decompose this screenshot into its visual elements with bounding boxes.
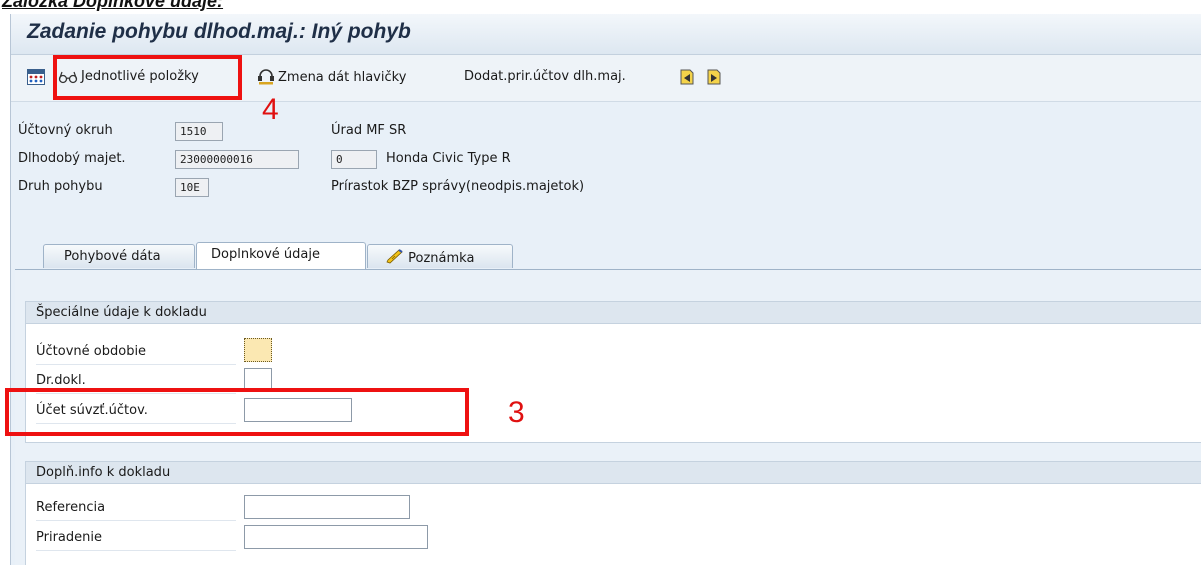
- previous-page-button[interactable]: [679, 69, 695, 85]
- tab-note-label: Poznámka: [408, 251, 475, 266]
- annotation-box-3: [5, 388, 469, 436]
- row-divider: [36, 550, 236, 551]
- tab-movement-data-label: Pohybové dáta: [64, 249, 161, 264]
- row-divider: [36, 364, 236, 365]
- tab-note[interactable]: Poznámka: [367, 244, 513, 268]
- company-code-label: Účtovný okruh: [18, 123, 113, 138]
- annotation-number-4: 4: [262, 93, 279, 126]
- annotation-box-4: [53, 55, 242, 100]
- header-change-button[interactable]: Zmena dát hlavičky: [257, 69, 406, 85]
- tab-movement-data[interactable]: Pohybové dáta: [43, 244, 195, 268]
- overview-button[interactable]: [27, 69, 45, 85]
- assignment-label: Priradenie: [36, 530, 102, 545]
- posting-period-field[interactable]: [244, 338, 272, 362]
- reference-label: Referencia: [36, 500, 106, 515]
- group-document-info: Doplň.info k dokladu Referencia Priraden…: [25, 461, 1201, 565]
- asset-subnumber-field[interactable]: 0: [331, 150, 377, 169]
- asset-number-field[interactable]: 23000000016: [175, 150, 299, 169]
- supplement-accounts-label: Dodat.prir.účtov dlh.maj.: [464, 69, 626, 84]
- row-divider: [36, 520, 236, 521]
- asset-label: Dlhodobý majet.: [18, 151, 126, 166]
- group-special-title: Špeciálne údaje k dokladu: [26, 302, 1201, 324]
- header-change-label: Zmena dát hlavičky: [278, 69, 407, 85]
- movement-type-field[interactable]: 10E: [175, 178, 209, 197]
- assignment-field[interactable]: [244, 525, 428, 549]
- header-change-icon: [258, 69, 274, 85]
- tab-additional-data[interactable]: Doplnkové údaje: [196, 242, 366, 269]
- title-bar: Zadanie pohybu dlhod.maj.: Iný pohyb: [11, 14, 1201, 55]
- group-info-title: Doplň.info k dokladu: [26, 462, 1201, 484]
- pencil-note-icon: [386, 249, 403, 264]
- document-heading: Záložka Doplnkové údaje:: [2, 0, 224, 11]
- asset-description-text: Honda Civic Type R: [386, 151, 511, 166]
- movement-type-label: Druh pohybu: [18, 179, 103, 194]
- supplement-accounts-button[interactable]: Dodat.prir.účtov dlh.maj.: [464, 69, 626, 84]
- tab-additional-data-label: Doplnkové údaje: [211, 247, 320, 262]
- document-type-label: Dr.dokl.: [36, 373, 86, 388]
- window-title: Zadanie pohybu dlhod.maj.: Iný pohyb: [27, 20, 411, 43]
- grid-overview-icon: [27, 69, 45, 85]
- previous-page-icon: [680, 69, 694, 85]
- movement-type-text: Prírastok BZP správy(neodpis.majetok): [331, 179, 585, 194]
- company-code-text: Úrad MF SR: [331, 123, 407, 138]
- reference-field[interactable]: [244, 495, 410, 519]
- next-page-icon: [707, 69, 721, 85]
- next-page-button[interactable]: [706, 69, 722, 85]
- company-code-field[interactable]: 1510: [175, 122, 223, 141]
- posting-period-label: Účtovné obdobie: [36, 344, 147, 359]
- annotation-number-3: 3: [508, 396, 525, 429]
